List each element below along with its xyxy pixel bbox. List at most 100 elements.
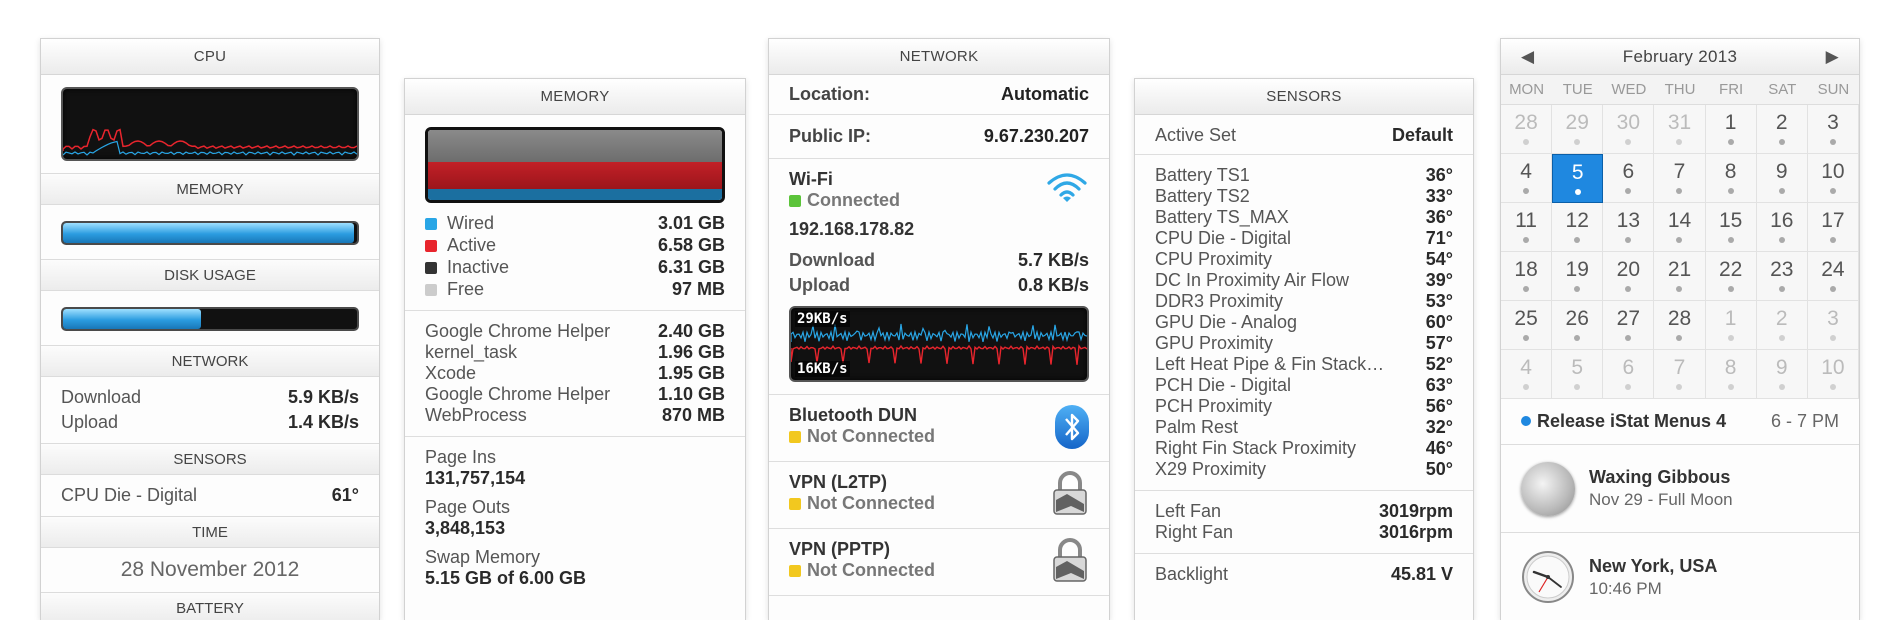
- weekday-label: WED: [1603, 75, 1655, 105]
- calendar-day[interactable]: 28: [1501, 105, 1553, 154]
- calendar-day[interactable]: 12: [1552, 203, 1604, 252]
- bluetooth-icon[interactable]: [1055, 405, 1089, 449]
- day-dot: [1523, 384, 1530, 390]
- clock-row: New York, USA 10:46 PM: [1501, 533, 1859, 620]
- calendar-day[interactable]: 4: [1501, 154, 1553, 203]
- calendar-day[interactable]: 7: [1654, 154, 1706, 203]
- calendar-day[interactable]: 21: [1654, 252, 1706, 301]
- wifi-status-dot: [789, 195, 801, 207]
- calendar-day[interactable]: 10: [1807, 154, 1859, 203]
- day-dot: [1778, 384, 1785, 390]
- calendar-day[interactable]: 2: [1756, 301, 1808, 350]
- calendar-day[interactable]: 10: [1807, 350, 1859, 399]
- disk-usage-bar: [61, 307, 359, 331]
- cpu-panel: CPU MEMORY DISK USAGE NETWORK Download 5.…: [40, 38, 380, 620]
- calendar-grid: 28 29 30 31 1 2 3 4 5 6 7 8 9 10 11 12 13 14 15 16 17 18 19 20 2…: [1501, 105, 1859, 399]
- cpu-graph: [61, 87, 359, 161]
- lock-icon[interactable]: [1051, 470, 1089, 515]
- calendar-day[interactable]: 6: [1603, 154, 1655, 203]
- calendar-day[interactable]: 16: [1756, 203, 1808, 252]
- fan-row: Left Fan 3019rpm: [1155, 501, 1453, 522]
- process-row: Xcode 1.95 GB: [425, 363, 725, 384]
- fan-list: Left Fan 3019rpm Right Fan 3016rpm: [1135, 491, 1473, 553]
- sensor-row-value: 36°: [1425, 207, 1453, 227]
- process-row-label: WebProcess: [425, 405, 527, 425]
- battery-header: BATTERY: [41, 592, 379, 620]
- sensor-row-value: 71°: [1425, 228, 1453, 248]
- legend-label-wrap: Free: [425, 279, 484, 300]
- calendar-day[interactable]: 2: [1756, 105, 1808, 154]
- vpn-pptp-status-text: Not Connected: [807, 560, 935, 580]
- day-dot: [1574, 335, 1581, 341]
- day-number: 8: [1724, 160, 1737, 183]
- sensor-row: GPU Proximity 57°: [1155, 333, 1453, 354]
- calendar-day[interactable]: 4: [1501, 350, 1553, 399]
- graph-bottom-label: 16KB/s: [795, 361, 850, 377]
- lock-icon[interactable]: [1051, 537, 1089, 582]
- active-set-label: Active Set: [1155, 125, 1237, 145]
- day-number: 1: [1724, 111, 1737, 134]
- calendar-day[interactable]: 1: [1705, 301, 1757, 350]
- calendar-day[interactable]: 9: [1756, 154, 1808, 203]
- process-row-label: Xcode: [425, 363, 477, 383]
- calendar-day[interactable]: 14: [1654, 203, 1706, 252]
- moon-icon: [1521, 461, 1575, 516]
- memory-legend-item-value: 6.31 GB: [657, 257, 725, 277]
- moon-row: Waxing Gibbous Nov 29 - Full Moon: [1501, 445, 1859, 533]
- day-dot: [1676, 286, 1683, 292]
- download-value: 5.9 KB/s: [287, 387, 359, 407]
- day-dot: [1727, 237, 1734, 243]
- calendar-day[interactable]: 26: [1552, 301, 1604, 350]
- day-number: 11: [1515, 209, 1537, 232]
- public-ip-label: Public IP:: [789, 126, 872, 146]
- sensor-row-label: PCH Proximity: [1155, 396, 1273, 416]
- day-number: 17: [1821, 209, 1845, 232]
- calendar-day[interactable]: 3: [1807, 301, 1859, 350]
- calendar-day[interactable]: 31: [1654, 105, 1706, 154]
- memory-header: MEMORY: [405, 79, 745, 115]
- prev-month-icon[interactable]: ◀: [1521, 39, 1534, 74]
- calendar-day[interactable]: 7: [1654, 350, 1706, 399]
- calendar-day[interactable]: 3: [1807, 105, 1859, 154]
- memory-wired-segment: [428, 189, 722, 200]
- calendar-day[interactable]: 28: [1654, 301, 1706, 350]
- sensor-row-value: 36°: [1425, 165, 1453, 185]
- calendar-day[interactable]: 9: [1756, 350, 1808, 399]
- calendar-day[interactable]: 24: [1807, 252, 1859, 301]
- sensor-row-label: DC In Proximity Air Flow: [1155, 270, 1350, 290]
- calendar-day[interactable]: 5: [1552, 350, 1604, 399]
- calendar-day[interactable]: 30: [1603, 105, 1655, 154]
- calendar-day[interactable]: 11: [1501, 203, 1553, 252]
- active-set-row[interactable]: Active Set Default: [1155, 125, 1453, 146]
- calendar-day[interactable]: 20: [1603, 252, 1655, 301]
- day-dot: [1829, 237, 1836, 243]
- event-row[interactable]: Release iStat Menus 4 6 - 7 PM: [1501, 399, 1859, 445]
- next-month-icon[interactable]: ▶: [1826, 39, 1839, 74]
- calendar-day[interactable]: 15: [1705, 203, 1757, 252]
- download-row: Download 5.9 KB/s: [61, 387, 359, 408]
- calendar-day[interactable]: 19: [1552, 252, 1604, 301]
- event-title: Release iStat Menus 4: [1537, 411, 1727, 431]
- calendar-day[interactable]: 17: [1807, 203, 1859, 252]
- calendar-day[interactable]: 27: [1603, 301, 1655, 350]
- wifi-title: Wi-Fi: [789, 169, 833, 189]
- active-set-value: Default: [1391, 125, 1453, 145]
- process-row-label: Google Chrome Helper: [425, 321, 611, 341]
- calendar-day[interactable]: 25: [1501, 301, 1553, 350]
- calendar-day[interactable]: 13: [1603, 203, 1655, 252]
- calendar-day-today[interactable]: 5: [1552, 154, 1604, 203]
- calendar-day[interactable]: 6: [1603, 350, 1655, 399]
- calendar-day[interactable]: 8: [1705, 154, 1757, 203]
- day-number: 3: [1827, 111, 1839, 134]
- calendar-day[interactable]: 29: [1552, 105, 1604, 154]
- calendar-day[interactable]: 8: [1705, 350, 1757, 399]
- net-download-row: Download 5.7 KB/s: [789, 250, 1089, 271]
- calendar-day[interactable]: 18: [1501, 252, 1553, 301]
- calendar-day[interactable]: 22: [1705, 252, 1757, 301]
- cpu-network-header: NETWORK: [41, 345, 379, 377]
- disk-usage-fill: [63, 309, 202, 329]
- day-dot: [1778, 139, 1785, 145]
- calendar-day[interactable]: 1: [1705, 105, 1757, 154]
- calendar-day[interactable]: 23: [1756, 252, 1808, 301]
- day-dot: [1676, 384, 1683, 390]
